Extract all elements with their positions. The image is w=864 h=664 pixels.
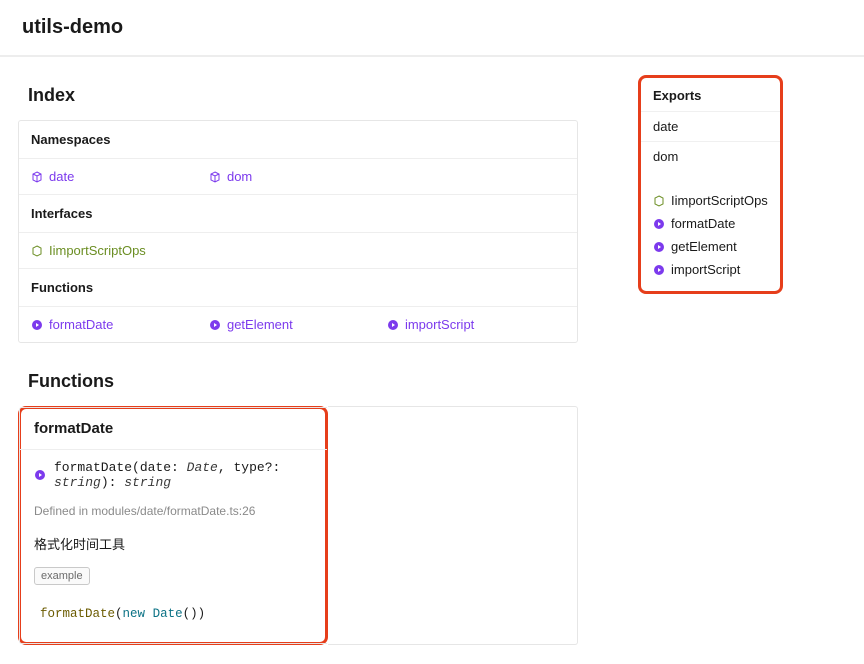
function-label: formatDate	[49, 317, 113, 332]
namespace-label: date	[49, 169, 74, 184]
function-icon	[209, 319, 221, 331]
sig-param2-opt: ?:	[265, 460, 281, 475]
function-link-getelement[interactable]: getElement	[209, 317, 387, 332]
namespace-link-date[interactable]: date	[31, 169, 209, 184]
function-name: formatDate	[20, 408, 327, 450]
exports-item-importscript[interactable]: importScript	[641, 258, 780, 281]
namespaces-label: Namespaces	[19, 121, 577, 159]
code-fn: formatDate	[40, 607, 115, 621]
code-keyword: new	[123, 607, 146, 621]
function-icon	[387, 319, 399, 331]
function-icon	[653, 241, 665, 253]
functions-row: formatDate getElement importScript	[19, 307, 577, 342]
functions-heading: Functions	[28, 371, 578, 392]
code-class: Date	[153, 607, 183, 621]
page-title: utils-demo	[22, 16, 842, 39]
function-description: 格式化时间工具	[20, 528, 327, 559]
exports-label[interactable]: getElement	[671, 239, 737, 254]
function-icon	[653, 218, 665, 230]
signature-text: formatDate(date: Date, type?: string): s…	[54, 460, 313, 490]
sig-param2: type	[233, 460, 264, 475]
index-heading: Index	[28, 85, 578, 106]
page-body: Index Namespaces date dom Interfaces Iim…	[0, 57, 864, 663]
interface-icon	[653, 195, 665, 207]
code-suffix: ())	[183, 607, 206, 621]
sig-return-type: string	[124, 475, 171, 490]
exports-ns-date[interactable]: date	[641, 111, 780, 141]
interface-label: IimportScriptOps	[49, 243, 146, 258]
namespace-icon	[209, 171, 221, 183]
main-column: Index Namespaces date dom Interfaces Iim…	[18, 75, 578, 645]
exports-heading: Exports	[641, 78, 780, 111]
example-code: formatDate(new Date())	[34, 599, 313, 629]
interface-link-iimportscriptops[interactable]: IimportScriptOps	[31, 243, 146, 258]
exports-label[interactable]: IimportScriptOps	[671, 193, 768, 208]
function-label: importScript	[405, 317, 474, 332]
highlight-annotation: formatDate formatDate(date: Date, type?:…	[18, 406, 328, 645]
function-defined-in: Defined in modules/date/formatDate.ts:26	[20, 500, 327, 528]
function-signature: formatDate(date: Date, type?: string): s…	[20, 450, 327, 500]
example-tag: example	[34, 567, 90, 585]
exports-item-getelement[interactable]: getElement	[641, 235, 780, 258]
function-icon	[31, 319, 43, 331]
sig-param2-type: string	[54, 475, 101, 490]
namespace-icon	[31, 171, 43, 183]
interfaces-label: Interfaces	[19, 195, 577, 233]
exports-item-formatdate[interactable]: formatDate	[641, 212, 780, 235]
namespace-link-dom[interactable]: dom	[209, 169, 387, 184]
function-detail-row: formatDate formatDate(date: Date, type?:…	[18, 406, 578, 645]
page-header: utils-demo	[0, 0, 864, 57]
spacer	[641, 171, 780, 189]
exports-label[interactable]: formatDate	[671, 216, 735, 231]
sig-fn-name: formatDate	[54, 460, 132, 475]
interfaces-row: IimportScriptOps	[19, 233, 577, 269]
sig-param1: date	[140, 460, 171, 475]
function-panel-remainder	[328, 406, 578, 645]
functions-label: Functions	[19, 269, 577, 307]
exports-label[interactable]: importScript	[671, 262, 740, 277]
function-label: getElement	[227, 317, 293, 332]
sig-param1-type: Date	[187, 460, 218, 475]
exports-panel: Exports date dom IimportScriptOps format…	[638, 75, 783, 294]
interface-icon	[31, 245, 43, 257]
function-link-formatdate[interactable]: formatDate	[31, 317, 209, 332]
namespace-label: dom	[227, 169, 252, 184]
index-panel: Namespaces date dom Interfaces IimportSc…	[18, 120, 578, 343]
function-link-importscript[interactable]: importScript	[387, 317, 565, 332]
function-icon	[653, 264, 665, 276]
exports-item-iimportscriptops[interactable]: IimportScriptOps	[641, 189, 780, 212]
function-icon	[34, 469, 46, 481]
namespaces-row: date dom	[19, 159, 577, 195]
aside-column: Exports date dom IimportScriptOps format…	[638, 75, 783, 645]
exports-ns-dom[interactable]: dom	[641, 141, 780, 171]
